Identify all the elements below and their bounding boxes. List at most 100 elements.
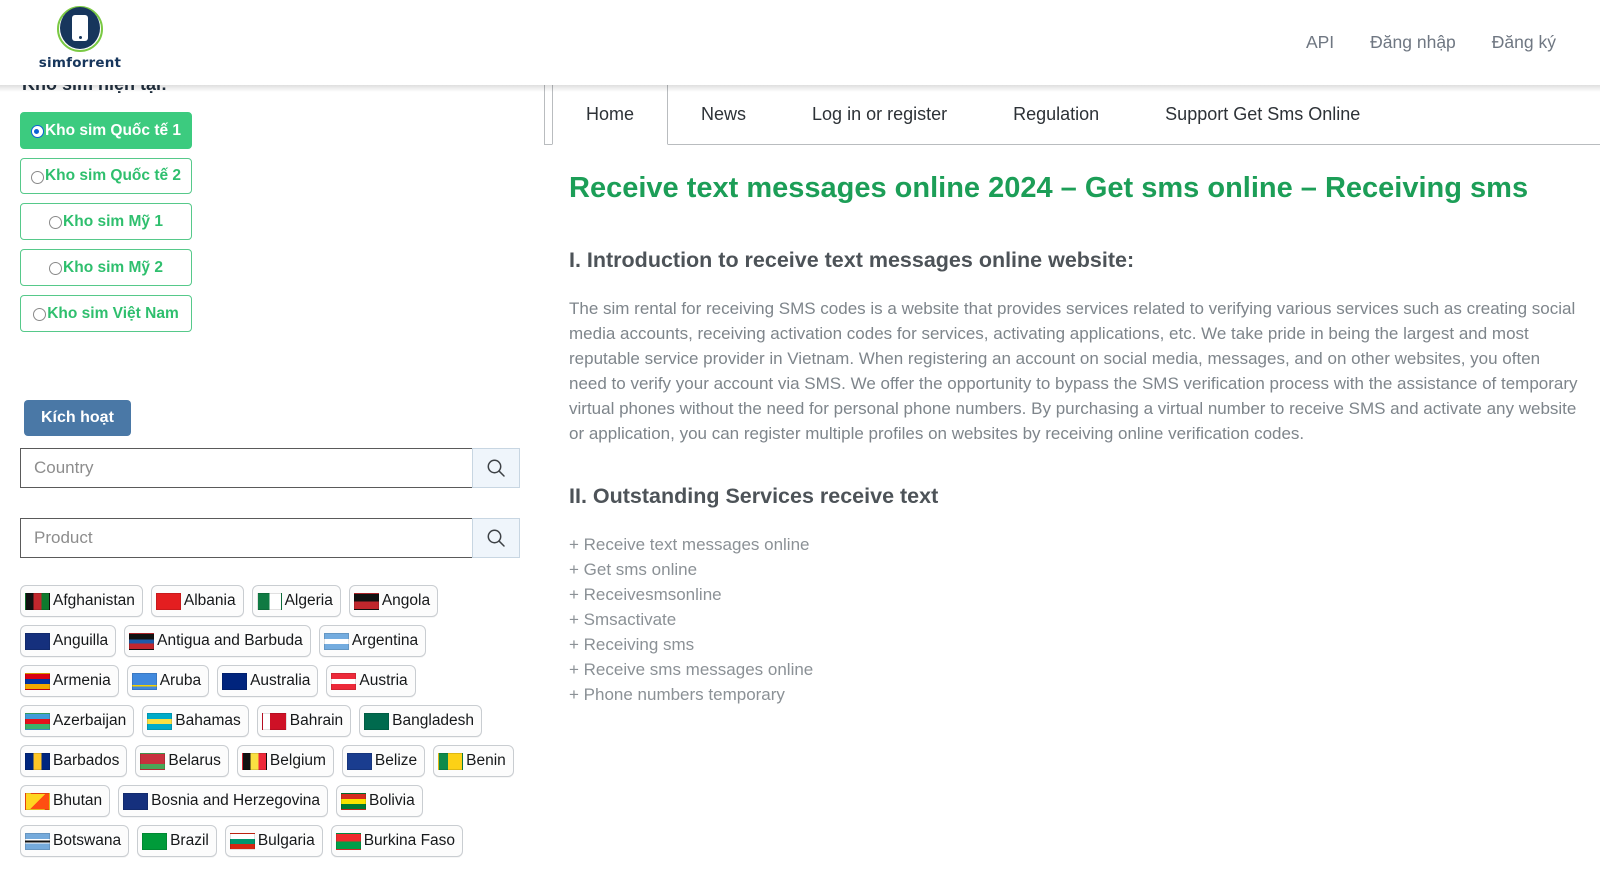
country-name: Brazil xyxy=(170,832,209,849)
services-list: + Receive text messages online + Get sms … xyxy=(569,532,1579,707)
search-icon xyxy=(487,529,505,547)
section-1-body: The sim rental for receiving SMS codes i… xyxy=(569,299,1578,443)
country-chip[interactable]: Angola xyxy=(348,585,439,617)
phone-in-circle-icon xyxy=(57,6,103,52)
country-chip[interactable]: Australia xyxy=(217,665,319,697)
flag-icon-ar xyxy=(323,632,349,650)
country-chip[interactable]: Bosnia and Herzegovina xyxy=(118,785,329,817)
flag-icon-ba xyxy=(123,792,149,810)
header-nav-register[interactable]: Đăng ký xyxy=(1492,32,1556,53)
flag-icon-bb xyxy=(25,752,50,770)
header-nav-api[interactable]: API xyxy=(1306,32,1334,53)
country-chip[interactable]: Bahamas xyxy=(142,705,249,737)
radio-icon[interactable] xyxy=(30,125,44,138)
country-chip[interactable]: Afghanistan xyxy=(20,585,143,617)
tab-log-in-or-register[interactable]: Log in or register xyxy=(779,85,980,144)
country-chip[interactable]: Bahrain xyxy=(256,705,352,737)
flag-icon-bw xyxy=(25,832,50,850)
service-item: + Receiving sms xyxy=(569,635,695,654)
activate-button[interactable]: Kích hoạt xyxy=(24,400,131,436)
country-chip[interactable]: Bangladesh xyxy=(359,705,483,737)
sim-store-options: Kho sim Quốc tế 1 Kho sim Quốc tế 2 Kho si… xyxy=(20,112,192,341)
flag-icon-bj xyxy=(438,752,464,770)
site-header: simforrent API Đăng nhập Đăng ký xyxy=(0,0,1600,85)
tab-support-get-sms-online[interactable]: Support Get Sms Online xyxy=(1132,85,1393,144)
flag-icon-am xyxy=(25,672,50,690)
country-name: Bahamas xyxy=(175,712,241,729)
flag-icon-bd xyxy=(364,712,390,730)
country-chip[interactable]: Anguilla xyxy=(20,625,117,657)
product-search-input[interactable] xyxy=(20,518,472,558)
country-name: Armenia xyxy=(53,672,111,689)
country-chip[interactable]: Bulgaria xyxy=(224,825,323,857)
flag-icon-aw xyxy=(131,672,157,690)
country-chip[interactable]: Belarus xyxy=(135,745,229,777)
country-chip[interactable]: Benin xyxy=(433,745,514,777)
country-chip[interactable]: Albania xyxy=(150,585,244,617)
flag-icon-al xyxy=(155,592,181,610)
search-icon xyxy=(487,459,505,477)
country-chip[interactable]: Algeria xyxy=(251,585,341,617)
country-name: Belize xyxy=(374,752,418,769)
radio-icon[interactable] xyxy=(49,216,63,229)
flag-icon-ai xyxy=(25,632,50,650)
sidebar-title: Kho sim hiện tại: xyxy=(20,85,525,95)
country-chip[interactable]: Argentina xyxy=(318,625,427,657)
flag-icon-br xyxy=(142,832,168,850)
country-name: Anguilla xyxy=(53,632,109,649)
sim-store-option-3[interactable]: Kho sim Mỹ 2 xyxy=(20,249,192,286)
country-name: Bosnia and Herzegovina xyxy=(151,792,321,809)
sim-store-option-label: Kho sim Mỹ 1 xyxy=(63,213,163,230)
country-chip[interactable]: Barbados xyxy=(20,745,128,777)
country-chip[interactable]: Bolivia xyxy=(336,785,423,817)
section-2-heading: II. Outstanding Services receive text xyxy=(569,484,939,508)
page-title: Receive text messages online 2024 – Get … xyxy=(569,172,1529,204)
radio-icon[interactable] xyxy=(49,262,63,275)
country-chip[interactable]: Belize xyxy=(341,745,426,777)
sim-store-option-0[interactable]: Kho sim Quốc tế 1 xyxy=(20,112,192,149)
brand-name: simforrent xyxy=(38,55,122,71)
flag-icon-az xyxy=(25,712,50,730)
country-name: Barbados xyxy=(53,752,120,769)
country-chip[interactable]: Aruba xyxy=(126,665,210,697)
country-name: Belarus xyxy=(168,752,221,769)
header-nav-login[interactable]: Đăng nhập xyxy=(1370,32,1456,53)
country-chip[interactable]: Brazil xyxy=(137,825,217,857)
radio-icon[interactable] xyxy=(30,170,44,184)
country-name: Aruba xyxy=(159,672,202,689)
country-chip[interactable]: Armenia xyxy=(20,665,119,697)
flag-icon-bg xyxy=(229,832,255,850)
country-chip[interactable]: Antigua and Barbuda xyxy=(124,625,311,657)
brand-logo-link[interactable]: simforrent xyxy=(38,6,122,71)
article: Receive text messages online 2024 – Get … xyxy=(569,170,1579,707)
country-chip[interactable]: Botswana xyxy=(20,825,130,857)
country-search-button[interactable] xyxy=(472,448,520,488)
country-name: Benin xyxy=(466,752,506,769)
country-chip[interactable]: Bhutan xyxy=(20,785,111,817)
sidebar: Kho sim hiện tại: Kho sim Quốc tế 1Kho s… xyxy=(0,85,545,889)
service-item: + Receive sms messages online xyxy=(569,660,814,679)
country-chip[interactable]: Austria xyxy=(326,665,416,697)
country-chip[interactable]: Azerbaijan xyxy=(20,705,135,737)
section-1-heading: I. Introduction to receive text messages… xyxy=(569,248,1135,272)
country-search-input[interactable] xyxy=(20,448,472,488)
sim-store-option-1[interactable]: Kho sim Quốc tế 2 xyxy=(20,158,192,194)
tab-home[interactable]: Home xyxy=(552,85,669,145)
main-content: Home News Log in or register Regulation Supp… xyxy=(545,85,1600,889)
country-chip[interactable]: Burkina Faso xyxy=(330,825,464,857)
radio-icon[interactable] xyxy=(33,308,47,321)
sim-store-option-4[interactable]: Kho sim Việt Nam xyxy=(20,295,192,332)
service-item: + Smsactivate xyxy=(569,610,677,629)
country-name: Belgium xyxy=(269,752,326,769)
sim-store-option-2[interactable]: Kho sim Mỹ 1 xyxy=(20,203,192,240)
flag-icon-dz xyxy=(256,592,282,610)
country-name: Burkina Faso xyxy=(363,832,456,849)
flag-icon-by xyxy=(140,752,166,770)
flag-icon-bf xyxy=(335,832,361,850)
tab-regulation[interactable]: Regulation xyxy=(980,85,1132,144)
country-chip[interactable]: Belgium xyxy=(236,745,334,777)
product-search-button[interactable] xyxy=(472,518,520,558)
tab-news[interactable]: News xyxy=(668,85,779,144)
flag-icon-ag xyxy=(129,632,155,650)
flag-icon-bo xyxy=(341,792,367,810)
